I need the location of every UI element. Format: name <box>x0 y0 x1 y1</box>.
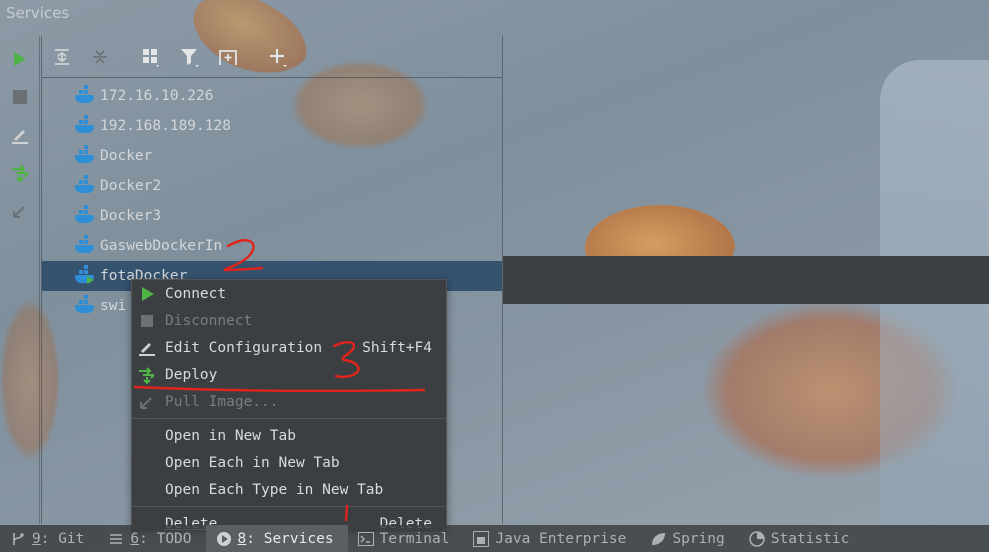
menu-item-disconnect[interactable]: Disconnect <box>132 307 446 334</box>
tab-number: 6 <box>130 530 140 547</box>
docker-icon <box>75 145 95 164</box>
add-icon[interactable] <box>266 45 290 69</box>
menu-item-open-in-new-tab[interactable]: Open in New Tab <box>132 422 446 449</box>
tree-item-label: 192.168.189.128 <box>100 118 231 134</box>
terminal-icon <box>357 531 374 547</box>
edit-icon[interactable] <box>9 124 31 146</box>
menu-separator <box>132 418 446 419</box>
docker-icon <box>75 115 95 134</box>
tree-item-label: Docker <box>100 148 153 164</box>
filter-icon[interactable] <box>178 45 202 69</box>
tree-item[interactable]: GaswebDockerIn <box>42 231 502 261</box>
tree-item-label: 172.16.10.226 <box>100 88 214 104</box>
stop-icon <box>138 312 156 330</box>
group-by-icon[interactable] <box>140 45 164 69</box>
tab-label: : Services <box>246 530 334 547</box>
deploy-icon <box>138 366 156 384</box>
menu-item-open-each-in-new-tab[interactable]: Open Each in New Tab <box>132 449 446 476</box>
tab-label: Statistic <box>770 530 850 547</box>
tree-item[interactable]: 192.168.189.128 <box>42 111 502 141</box>
run-icon[interactable] <box>9 48 31 70</box>
details-selected-band <box>503 256 989 304</box>
left-toolbar <box>0 36 40 524</box>
deploy-icon[interactable] <box>9 162 31 184</box>
tab-terminal[interactable]: Terminal <box>348 525 464 552</box>
menu-item-deploy[interactable]: Deploy <box>132 361 446 388</box>
tab-java-enterprise[interactable]: Java Enterprise <box>463 525 640 552</box>
git-icon <box>10 531 26 547</box>
docker-icon <box>75 85 95 104</box>
docker-icon <box>75 265 95 284</box>
tab-spring[interactable]: Spring <box>640 525 738 552</box>
menu-item-label: Deploy <box>165 366 218 383</box>
statistic-icon <box>749 530 765 547</box>
tree-item-label: Docker3 <box>100 208 162 224</box>
menu-separator <box>132 506 446 507</box>
tab-label: : TODO <box>139 530 192 547</box>
collapse-all-icon[interactable] <box>88 45 112 69</box>
pull-image-icon <box>138 393 156 411</box>
menu-item-label: Disconnect <box>165 312 253 329</box>
menu-item-label: Open Each in New Tab <box>165 454 340 471</box>
tree-item-label: Docker2 <box>100 178 162 194</box>
stop-icon[interactable] <box>9 86 31 108</box>
new-tab-icon[interactable] <box>216 45 240 69</box>
spring-icon <box>650 531 666 547</box>
tree-item[interactable]: Docker <box>42 141 502 171</box>
docker-icon <box>75 175 95 194</box>
tool-window-bar: 9: Git 6: TODO 8: Services Terminal Java Ent… <box>0 525 989 552</box>
tree-item[interactable]: 172.16.10.226 <box>42 81 502 111</box>
services-icon <box>216 531 232 547</box>
docker-icon <box>75 235 95 254</box>
menu-item-label: Open in New Tab <box>165 427 296 444</box>
menu-item-edit-configuration[interactable]: Edit Configuration Shift+F4 <box>132 334 446 361</box>
menu-item-pull-image[interactable]: Pull Image... <box>132 388 446 415</box>
tree-item-label: GaswebDockerIn <box>100 238 223 254</box>
window-title: Services <box>6 4 70 22</box>
menu-item-label: Open Each Type in New Tab <box>165 481 384 498</box>
menu-item-shortcut: Shift+F4 <box>362 339 432 356</box>
run-icon <box>138 285 156 303</box>
tab-label: Spring <box>672 530 725 547</box>
pull-image-icon[interactable] <box>9 200 31 222</box>
tab-statistic[interactable]: Statistic <box>739 525 864 552</box>
tab-label: : Git <box>40 530 85 547</box>
services-toolbar <box>42 36 502 78</box>
docker-icon <box>75 205 95 224</box>
tab-label: Terminal <box>379 530 450 547</box>
tab-todo[interactable]: 6: TODO <box>98 525 205 552</box>
tab-number: 9 <box>32 530 41 547</box>
todo-icon <box>108 531 124 547</box>
context-menu: Connect Disconnect Edit Configuration Shift… <box>131 279 447 532</box>
tree-item-label: swi <box>100 298 127 314</box>
java-enterprise-icon <box>473 530 490 547</box>
menu-item-label: Connect <box>165 285 227 302</box>
tab-number: 8 <box>237 530 247 547</box>
tree-item[interactable]: Docker2 <box>42 171 502 201</box>
menu-item-label: Pull Image... <box>165 393 279 410</box>
tab-git[interactable]: 9: Git <box>0 525 98 552</box>
tab-services[interactable]: 8: Services <box>205 525 348 552</box>
tab-label: Java Enterprise <box>495 530 627 547</box>
edit-icon <box>138 339 156 357</box>
menu-item-label: Edit Configuration <box>165 339 323 356</box>
expand-all-icon[interactable] <box>50 45 74 69</box>
tree-item[interactable]: Docker3 <box>42 201 502 231</box>
docker-icon <box>75 295 95 314</box>
menu-item-open-each-type-in-new-tab[interactable]: Open Each Type in New Tab <box>132 476 446 503</box>
menu-item-connect[interactable]: Connect <box>132 280 446 307</box>
